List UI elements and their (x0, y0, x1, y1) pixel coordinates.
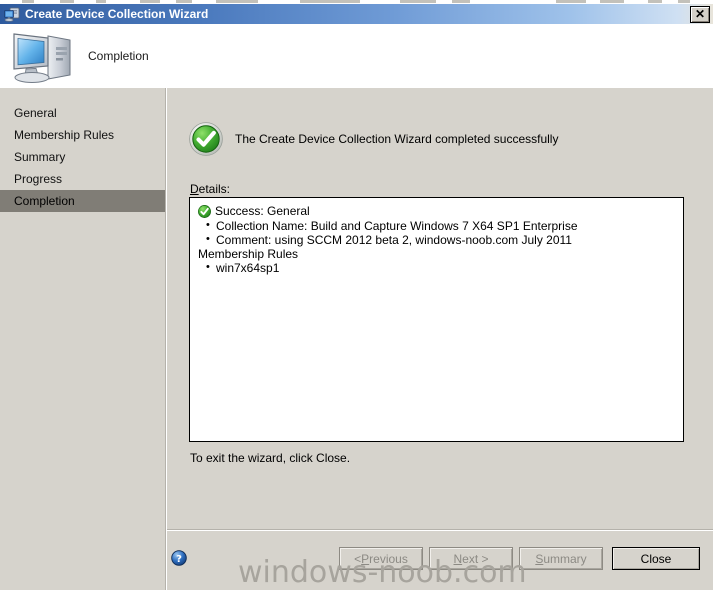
completion-status-text: The Create Device Collection Wizard comp… (235, 132, 559, 146)
close-button[interactable]: Close (612, 547, 700, 570)
details-textbox[interactable]: Success: General Collection Name: Build … (189, 197, 684, 442)
summary-button-post: ummary (543, 551, 587, 566)
summary-button-accel: S (535, 551, 544, 566)
page-title: Completion (88, 48, 149, 63)
previous-button-accel: P (361, 551, 370, 566)
title-bar[interactable]: Create Device Collection Wizard ✕ (0, 4, 713, 24)
next-button-post: ext > (462, 551, 489, 566)
sidebar-item-progress[interactable]: Progress (0, 168, 166, 190)
wizard-dialog: Create Device Collection Wizard ✕ Comple… (0, 0, 713, 590)
wizard-steps-sidebar: General Membership Rules Summary Progres… (0, 88, 166, 590)
exit-instruction: To exit the wizard, click Close. (190, 451, 351, 465)
previous-button-post: revious (369, 551, 408, 566)
wizard-header: Completion (0, 24, 713, 87)
window-title: Create Device Collection Wizard (25, 7, 209, 21)
details-bullet-rule: win7x64sp1 (198, 260, 677, 275)
details-bullet-comment: Comment: using SCCM 2012 beta 2, windows… (198, 232, 677, 247)
sidebar-item-general[interactable]: General (0, 102, 166, 124)
green-check-small-icon (198, 204, 211, 218)
summary-button[interactable]: Summary (519, 547, 603, 570)
next-button-accel: N (453, 551, 463, 566)
wizard-footer: ? < Previous Next > Summary Close (167, 531, 713, 590)
details-result-text: Success: General (215, 204, 310, 218)
sidebar-item-membership-rules[interactable]: Membership Rules (0, 124, 166, 146)
previous-button[interactable]: < Previous (339, 547, 423, 570)
close-button-label: Close (640, 551, 672, 566)
green-check-circle-icon (189, 122, 223, 156)
details-heading-membership-rules: Membership Rules (198, 247, 299, 261)
completion-status: The Create Device Collection Wizard comp… (189, 122, 558, 156)
close-icon[interactable]: ✕ (690, 5, 710, 23)
next-button[interactable]: Next > (429, 547, 513, 570)
wizard-computer-icon (4, 7, 20, 22)
details-accel-char: D (190, 182, 199, 196)
svg-text:?: ? (176, 554, 182, 565)
wizard-content: The Create Device Collection Wizard comp… (167, 88, 713, 530)
details-label: Details: (190, 182, 230, 196)
sidebar-item-summary[interactable]: Summary (0, 146, 166, 168)
previous-button-pre: < (354, 551, 362, 566)
help-question-icon[interactable]: ? (171, 550, 187, 566)
details-bullet-collection-name: Collection Name: Build and Capture Windo… (198, 218, 677, 233)
sidebar-item-completion[interactable]: Completion (0, 190, 166, 212)
details-label-rest: etails: (198, 182, 231, 196)
computer-monitor-icon (8, 28, 80, 84)
details-result-row: Success: General (198, 204, 677, 218)
